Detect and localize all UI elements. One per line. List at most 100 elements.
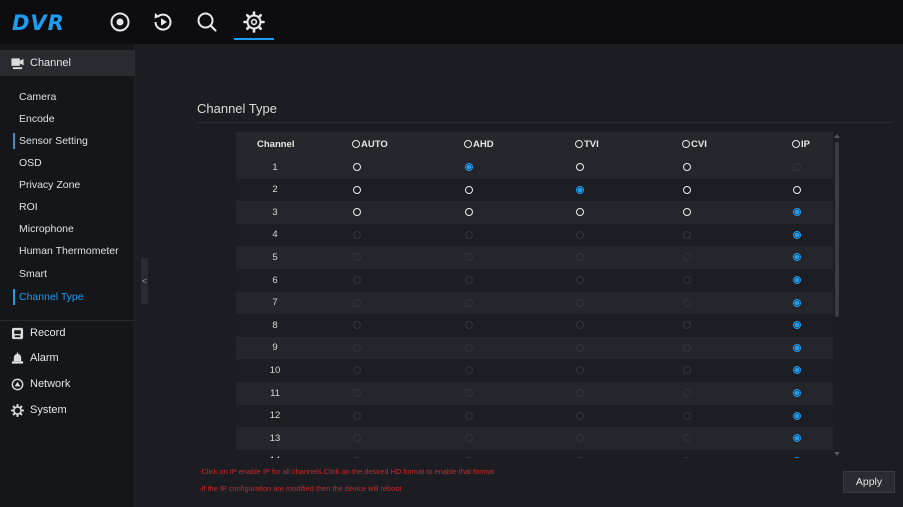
channel-number: 13 xyxy=(269,432,281,444)
channel-number: 4 xyxy=(272,229,278,241)
select-all-radio[interactable] xyxy=(575,140,583,148)
auto-radio[interactable] xyxy=(353,185,361,194)
auto-radio xyxy=(353,389,361,397)
ahd-radio xyxy=(465,434,473,443)
channel-icon xyxy=(10,56,24,70)
ahd-radio[interactable] xyxy=(465,208,473,217)
ip-radio[interactable] xyxy=(793,298,801,307)
cvi-radio xyxy=(683,389,691,397)
sidebar-collapse-handle[interactable]: < xyxy=(141,258,148,304)
ip-radio[interactable] xyxy=(793,185,801,194)
sidebar-section-system[interactable]: System xyxy=(0,397,135,423)
sidebar-item-channel-type[interactable]: Channel Type xyxy=(0,286,135,308)
ip-radio[interactable] xyxy=(793,411,801,420)
channel-number: 8 xyxy=(272,319,278,331)
cvi-radio[interactable] xyxy=(683,185,691,194)
ip-radio[interactable] xyxy=(793,456,801,458)
sidebar-item-human-thermometer[interactable]: Human Thermometer xyxy=(0,240,135,262)
column-header-auto[interactable]: AUTO xyxy=(352,132,388,156)
ip-radio[interactable] xyxy=(793,208,801,217)
ahd-radio[interactable] xyxy=(465,185,473,194)
select-all-radio[interactable] xyxy=(682,140,690,148)
column-header-ahd[interactable]: AHD xyxy=(464,132,494,156)
column-header-tvi[interactable]: TVI xyxy=(575,132,599,156)
sidebar-item-roi[interactable]: ROI xyxy=(0,196,135,218)
sidebar-item-microphone[interactable]: Microphone xyxy=(0,218,135,240)
auto-radio xyxy=(353,434,361,443)
top-navigation-bar: DVR xyxy=(0,0,903,44)
sidebar-section-record[interactable]: Record xyxy=(0,320,135,346)
table-scrollbar[interactable] xyxy=(833,132,841,458)
channel-number: 7 xyxy=(272,297,278,309)
sidebar-item-label: Smart xyxy=(19,268,48,280)
sidebar-item-label: Privacy Zone xyxy=(19,179,81,191)
table-row: 4 xyxy=(236,223,833,247)
tvi-radio[interactable] xyxy=(576,208,584,217)
apply-button[interactable]: Apply xyxy=(843,471,895,493)
channel-number: 6 xyxy=(272,274,278,286)
table-row: 9 xyxy=(236,336,833,360)
sidebar-section-channel[interactable]: Channel xyxy=(0,50,135,76)
ip-radio[interactable] xyxy=(793,230,801,239)
cvi-radio xyxy=(683,343,691,352)
column-header-cvi[interactable]: CVI xyxy=(682,132,707,156)
sidebar-item-privacy-zone[interactable]: Privacy Zone xyxy=(0,174,135,196)
alarm-icon xyxy=(10,351,24,365)
sidebar-item-encode[interactable]: Encode xyxy=(0,108,135,130)
sidebar-section-label: System xyxy=(30,404,67,416)
table-row: 14 xyxy=(236,449,833,458)
cvi-radio[interactable] xyxy=(683,208,691,217)
cvi-radio xyxy=(683,298,691,307)
auto-radio[interactable] xyxy=(353,208,361,217)
sidebar-section-label: Record xyxy=(30,327,66,339)
ahd-radio xyxy=(465,321,473,330)
ip-radio[interactable] xyxy=(793,321,801,330)
sidebar-item-label: Channel Type xyxy=(19,291,84,303)
select-all-radio[interactable] xyxy=(464,140,472,148)
live-view-icon[interactable] xyxy=(107,9,133,35)
cvi-radio xyxy=(683,411,691,420)
ahd-radio[interactable] xyxy=(465,163,473,171)
search-icon[interactable] xyxy=(194,9,220,35)
sidebar-item-label: Encode xyxy=(19,113,55,125)
playback-icon[interactable] xyxy=(150,9,176,35)
ip-radio[interactable] xyxy=(793,389,801,397)
select-all-radio[interactable] xyxy=(792,140,800,148)
select-all-radio[interactable] xyxy=(352,140,360,148)
column-header-ip[interactable]: IP xyxy=(792,132,810,156)
tvi-radio[interactable] xyxy=(576,163,584,171)
table-row: 6 xyxy=(236,269,833,292)
sidebar-item-camera[interactable]: Camera xyxy=(0,86,135,108)
channel-type-table: Channel AUTO AHD TVI CVI IP 1 2 3 4 5 6 7 8 9 10 1… xyxy=(236,132,833,458)
auto-radio[interactable] xyxy=(353,163,361,171)
channel-number: 1 xyxy=(272,161,278,173)
auto-radio xyxy=(353,253,361,262)
ip-radio[interactable] xyxy=(793,343,801,352)
column-header-label: CVI xyxy=(691,138,707,150)
column-header-label: AUTO xyxy=(361,138,388,150)
tvi-radio[interactable] xyxy=(576,185,584,194)
ahd-radio xyxy=(465,276,473,284)
auto-radio xyxy=(353,411,361,420)
ip-radio[interactable] xyxy=(793,434,801,443)
sidebar-section-label: Alarm xyxy=(30,352,59,364)
ip-radio[interactable] xyxy=(793,366,801,375)
sidebar-item-osd[interactable]: OSD xyxy=(0,152,135,174)
tvi-radio xyxy=(576,321,584,330)
cvi-radio[interactable] xyxy=(683,163,691,171)
sidebar-item-sensor-setting[interactable]: Sensor Setting xyxy=(0,130,135,152)
table-row: 10 xyxy=(236,359,833,382)
sidebar-section-network[interactable]: Network xyxy=(0,371,135,397)
sidebar: Channel Camera Encode Sensor Setting OSD… xyxy=(0,44,135,507)
table-row: 8 xyxy=(236,314,833,337)
ip-radio[interactable] xyxy=(793,253,801,262)
tvi-radio xyxy=(576,298,584,307)
sidebar-section-alarm[interactable]: Alarm xyxy=(0,345,135,371)
ip-radio[interactable] xyxy=(793,276,801,284)
active-tab-indicator xyxy=(234,38,274,40)
settings-icon[interactable] xyxy=(241,9,267,35)
sidebar-section-label: Channel xyxy=(30,57,71,69)
ahd-radio xyxy=(465,343,473,352)
tvi-radio xyxy=(576,366,584,375)
sidebar-item-smart[interactable]: Smart xyxy=(0,263,135,285)
